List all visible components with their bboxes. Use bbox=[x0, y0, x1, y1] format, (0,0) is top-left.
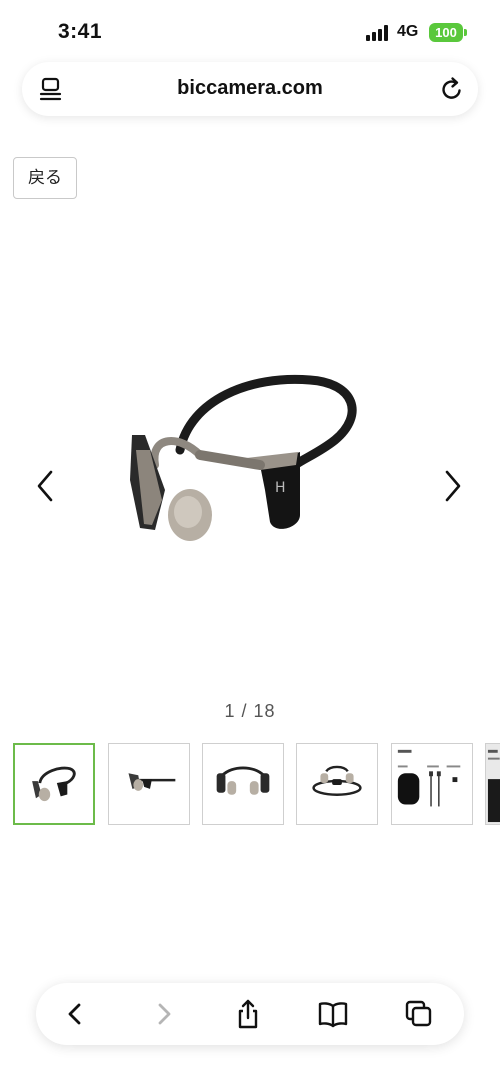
status-time: 3:41 bbox=[58, 20, 103, 43]
battery-icon: 100 bbox=[429, 23, 463, 42]
status-bar: 3:41 4G 100 bbox=[0, 0, 500, 56]
back-arrow-icon[interactable] bbox=[58, 997, 92, 1031]
address-bar[interactable]: biccamera.com bbox=[22, 62, 478, 116]
thumbnail-5[interactable] bbox=[391, 743, 473, 825]
cellular-signal-icon bbox=[366, 25, 392, 41]
next-image-arrow-icon[interactable] bbox=[438, 466, 468, 506]
forward-arrow-icon[interactable] bbox=[147, 997, 181, 1031]
battery-cap bbox=[464, 29, 467, 36]
share-icon[interactable] bbox=[231, 997, 265, 1031]
product-image[interactable]: H bbox=[110, 340, 390, 570]
thumbnail-4[interactable] bbox=[296, 743, 378, 825]
svg-text:H: H bbox=[275, 480, 286, 496]
previous-image-arrow-icon[interactable] bbox=[30, 466, 60, 506]
thumbnail-1[interactable] bbox=[13, 743, 95, 825]
thumbnail-3[interactable] bbox=[202, 743, 284, 825]
back-button[interactable]: 戻る bbox=[13, 157, 77, 199]
url-text[interactable]: biccamera.com bbox=[22, 77, 478, 100]
browser-toolbar bbox=[36, 983, 464, 1045]
thumbnail-2[interactable] bbox=[108, 743, 190, 825]
bookmarks-icon[interactable] bbox=[316, 997, 350, 1031]
reload-icon[interactable] bbox=[438, 75, 466, 103]
network-type: 4G bbox=[397, 23, 419, 40]
thumbnail-6[interactable] bbox=[485, 743, 500, 825]
tabs-icon[interactable] bbox=[402, 997, 436, 1031]
thumbnail-strip[interactable] bbox=[13, 743, 500, 827]
image-counter: 1 / 18 bbox=[224, 701, 276, 721]
